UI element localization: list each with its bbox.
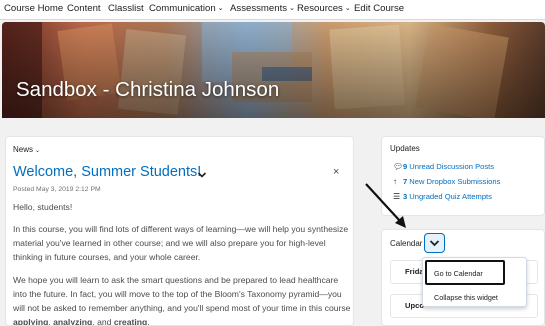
news-widget: News ⌄ Welcome, Summer Students! × Posted… [5, 136, 354, 326]
nav-course-home[interactable]: Course Home [4, 3, 63, 14]
news-widget-header[interactable]: News ⌄ [13, 145, 40, 154]
chevron-down-icon: ⌄ [289, 5, 295, 12]
close-icon[interactable]: × [333, 166, 339, 178]
nav-assessments[interactable]: Assessments ⌄ [230, 3, 295, 14]
bold-analyzing: analyzing [53, 317, 93, 326]
news-paragraph-2: We hope you will learn to ask the smart … [13, 275, 351, 326]
nav-resources[interactable]: Resources ⌄ [297, 3, 351, 14]
bold-creating: creating [113, 317, 148, 326]
updates-widget-header: Updates [390, 144, 420, 153]
chevron-down-icon: ⌄ [217, 5, 224, 12]
chevron-down-icon[interactable] [197, 170, 207, 180]
posted-date: Posted May 3, 2019 2:12 PM [13, 186, 101, 193]
chevron-down-icon [429, 240, 440, 247]
chevron-down-icon: ⌄ [35, 148, 41, 154]
calendar-menu-button[interactable] [424, 233, 445, 253]
discussion-icon: 💬︎ [393, 162, 404, 171]
annotation-arrow-icon [365, 183, 406, 228]
nav-communication[interactable]: Communication ⌄ [149, 3, 224, 14]
bold-applying: applying [13, 317, 49, 326]
highlight-box [425, 260, 505, 285]
update-discussion-link[interactable]: 💬︎9 Unread Discussion Posts [393, 162, 494, 171]
menu-item-collapse-widget[interactable]: Collapse this widget [434, 293, 498, 302]
news-greeting: Hello, students! [13, 202, 73, 212]
chevron-down-icon: ⌄ [344, 5, 351, 12]
nav-classlist[interactable]: Classlist [108, 3, 144, 14]
news-item-title[interactable]: Welcome, Summer Students! [13, 164, 201, 180]
news-paragraph-1: In this course, you will find lots of di… [13, 224, 349, 262]
course-title: Sandbox - Christina Johnson [16, 78, 280, 101]
course-navbar: Course Home Content Classlist Communicat… [0, 0, 545, 20]
nav-content[interactable]: Content [67, 3, 101, 14]
banner-image [2, 22, 545, 118]
nav-edit-course[interactable]: Edit Course [354, 3, 404, 14]
course-banner: Sandbox - Christina Johnson [2, 22, 545, 118]
